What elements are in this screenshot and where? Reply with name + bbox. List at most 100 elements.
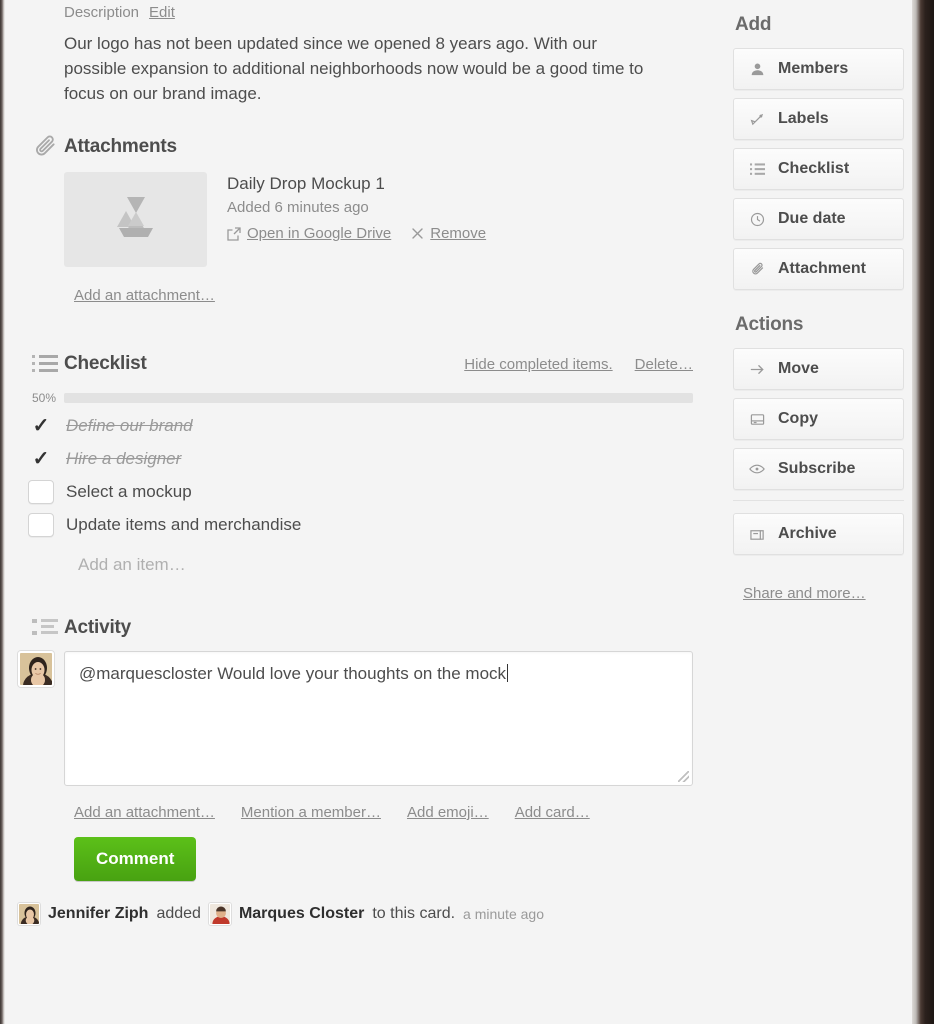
delete-checklist-link[interactable]: Delete… — [635, 356, 693, 373]
avatar — [18, 651, 54, 687]
archive-icon — [748, 527, 766, 542]
add-checklist-item[interactable]: Add an item… — [8, 537, 707, 575]
checklist-item[interactable]: Select a mockup — [8, 471, 707, 504]
open-in-drive-action[interactable]: Open in Google Drive — [227, 225, 391, 242]
google-drive-icon — [108, 195, 164, 245]
check-icon: ✓ — [32, 415, 50, 437]
card-detail-main: Description Edit Our logo has not been u… — [0, 0, 725, 1024]
activity-title: Activity — [64, 617, 132, 638]
checkbox-unchecked[interactable] — [28, 480, 54, 504]
eye-icon — [748, 463, 766, 475]
text-caret — [507, 664, 509, 682]
checkbox-checked[interactable]: ✓ — [28, 447, 54, 471]
activity-header: Activity — [8, 617, 707, 639]
attachments-title: Attachments — [64, 136, 177, 157]
checklist-item[interactable]: ✓ Define our brand — [8, 405, 707, 438]
sidebar-actions-title: Actions — [735, 314, 804, 335]
comment-composer: @marquescloster Would love your thoughts… — [8, 639, 707, 786]
checklist-progress-percent: 50% — [31, 391, 56, 405]
card-detail-window: Description Edit Our logo has not been u… — [0, 0, 934, 1024]
sidebar-item-label: Subscribe — [778, 460, 856, 477]
comment-action-link[interactable]: Add an attachment… — [74, 804, 215, 821]
checkbox-unchecked[interactable] — [28, 513, 54, 537]
sidebar-item-label: Copy — [778, 410, 818, 427]
remove-attachment-action[interactable]: Remove — [411, 225, 486, 242]
avatar — [208, 903, 231, 925]
activity-verb: added — [156, 905, 201, 922]
card-sidebar: Add Members Labels Checklist Due date Attach… — [725, 0, 912, 1024]
sidebar-add-title: Add — [735, 14, 772, 35]
sidebar-item-move[interactable]: Move — [733, 348, 904, 390]
attachment-thumbnail[interactable] — [64, 172, 207, 267]
activity-actor: Jennifer Ziph — [48, 905, 149, 922]
window-left-edge — [0, 0, 5, 1024]
sidebar-item-labels[interactable]: Labels — [733, 98, 904, 140]
sidebar-item-subscribe[interactable]: Subscribe — [733, 448, 904, 490]
open-in-drive-label[interactable]: Open in Google Drive — [247, 225, 391, 242]
remove-attachment-label[interactable]: Remove — [430, 225, 486, 242]
add-attachment-link[interactable]: Add an attachment… — [74, 287, 215, 304]
avatar — [18, 903, 40, 925]
comment-input-value: @marquescloster Would love your thoughts… — [79, 664, 507, 683]
window-right-edge — [912, 0, 934, 1024]
tag-icon — [748, 112, 766, 127]
comment-action-link[interactable]: Mention a member… — [241, 804, 381, 821]
sidebar-item-label: Due date — [778, 210, 846, 227]
activity-entry: Jennifer Ziph added Marques Closter to t… — [8, 881, 707, 925]
checklist-item[interactable]: ✓ Hire a designer — [8, 438, 707, 471]
sidebar-item-attachment[interactable]: Attachment — [733, 248, 904, 290]
comment-action-link[interactable]: Add card… — [515, 804, 590, 821]
paperclip-icon — [26, 134, 64, 160]
activity-timestamp: a minute ago — [463, 906, 544, 922]
checklist-icon — [26, 354, 64, 374]
checklist-item-label: Select a mockup — [66, 482, 192, 501]
attachment-actions: Open in Google Drive Remove — [227, 225, 486, 242]
sidebar-item-label: Members — [778, 60, 849, 77]
attachment-meta: Daily Drop Mockup 1 Added 6 minutes ago … — [227, 172, 486, 267]
sidebar-item-copy[interactable]: Copy — [733, 398, 904, 440]
description-edit-link[interactable]: Edit — [149, 4, 175, 21]
activity-suffix: to this card. — [372, 905, 456, 922]
activity-target: Marques Closter — [238, 905, 365, 922]
activity-icon — [26, 618, 64, 638]
attachments-header: Attachments — [8, 134, 707, 160]
textarea-resize-handle[interactable] — [678, 771, 689, 782]
paperclip-icon — [748, 262, 766, 277]
sidebar-divider — [733, 500, 904, 501]
attachment-item: Daily Drop Mockup 1 Added 6 minutes ago … — [8, 160, 707, 267]
checklist-item-label: Hire a designer — [66, 449, 182, 468]
checklist-icon — [748, 162, 766, 176]
checkbox-checked[interactable]: ✓ — [28, 414, 54, 438]
sidebar-item-archive[interactable]: Archive — [733, 513, 904, 555]
sidebar-item-checklist[interactable]: Checklist — [733, 148, 904, 190]
share-and-more-row: Share and more… — [725, 563, 912, 603]
checklist-progress-track — [64, 393, 693, 403]
comment-input[interactable]: @marquescloster Would love your thoughts… — [64, 651, 693, 786]
person-icon — [748, 62, 766, 77]
close-icon — [411, 227, 424, 240]
sidebar-item-label: Attachment — [778, 260, 867, 277]
check-icon: ✓ — [32, 448, 50, 470]
sidebar-item-label: Labels — [778, 110, 829, 127]
sidebar-item-members[interactable]: Members — [733, 48, 904, 90]
sidebar-item-label: Checklist — [778, 160, 850, 177]
hide-completed-items-link[interactable]: Hide completed items. — [464, 356, 612, 373]
sidebar-item-label: Move — [778, 360, 819, 377]
sidebar-item-label: Archive — [778, 525, 837, 542]
comment-action-link[interactable]: Add emoji… — [407, 804, 489, 821]
checklist-items: ✓ Define our brand ✓ Hire a designer Select … — [8, 405, 707, 537]
comment-button[interactable]: Comment — [74, 837, 197, 881]
checklist-item-label: Define our brand — [66, 416, 193, 435]
clock-icon — [748, 212, 766, 227]
sidebar-item-due-date[interactable]: Due date — [733, 198, 904, 240]
checklist-item[interactable]: Update items and merchandise — [8, 504, 707, 537]
add-attachment-row: Add an attachment… — [8, 267, 707, 305]
share-and-more-link[interactable]: Share and more… — [743, 585, 866, 602]
checklist-progress: 50% — [8, 375, 707, 405]
checklist-title: Checklist — [64, 353, 147, 374]
external-link-icon — [227, 226, 241, 241]
description-header: Description Edit — [8, 0, 707, 21]
description-text: Our logo has not been updated since we o… — [64, 34, 644, 103]
attachment-name: Daily Drop Mockup 1 — [227, 174, 385, 193]
sidebar-actions-list: Move Copy Subscribe — [725, 348, 912, 490]
